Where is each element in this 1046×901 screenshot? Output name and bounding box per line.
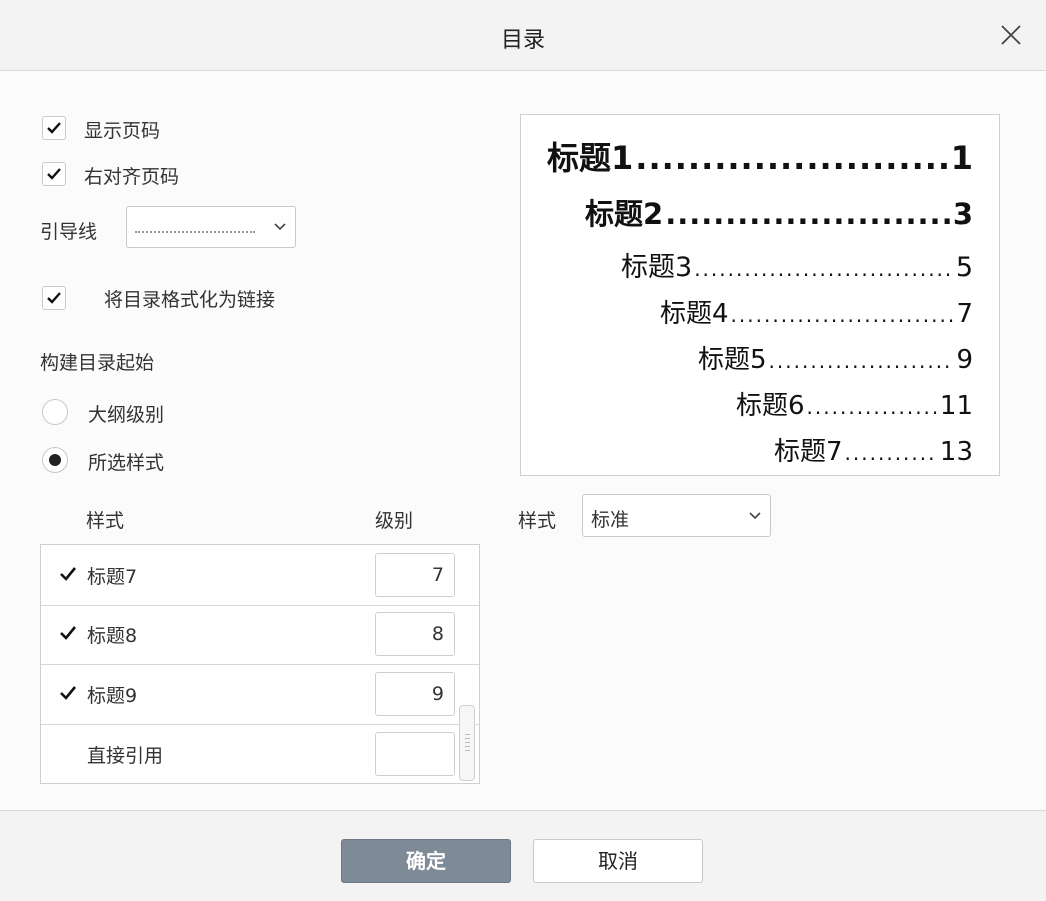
- style-row[interactable]: 标题7 7: [41, 545, 479, 606]
- selected-style-radio[interactable]: [42, 447, 68, 473]
- outline-level-label: 大纲级别: [88, 404, 165, 426]
- toc-entry-title: 标题4: [660, 299, 729, 329]
- dialog-title: 目录: [500, 28, 545, 53]
- title-bar: 目录: [0, 0, 1046, 71]
- style-row[interactable]: 直接引用: [41, 724, 479, 784]
- chevron-down-icon: [749, 511, 761, 519]
- toc-entry-title: 标题1: [547, 139, 634, 177]
- close-icon[interactable]: [998, 22, 1024, 48]
- checkmark-icon: [47, 168, 61, 180]
- toc-entry-leader: [845, 437, 938, 467]
- style-name: 标题7: [87, 566, 138, 588]
- checkmark-icon: [60, 567, 77, 581]
- leader-label: 引导线: [40, 221, 98, 243]
- checkmark-icon: [47, 122, 61, 134]
- leader-dots-preview: [135, 219, 255, 233]
- cancel-button[interactable]: 取消: [533, 839, 703, 883]
- level-input[interactable]: 9: [375, 672, 455, 716]
- toc-preview-entry: 标题6 11: [736, 385, 973, 422]
- toc-entry-leader: [731, 299, 955, 329]
- checkmark-icon: [60, 686, 77, 700]
- dialog-footer: [0, 810, 1046, 901]
- toc-entry-page: 7: [956, 299, 973, 329]
- selected-style-label: 所选样式: [88, 452, 165, 474]
- toc-entry-title: 标题7: [774, 437, 843, 467]
- style-name: 标题9: [87, 685, 138, 707]
- toc-entry-page: 13: [939, 437, 973, 467]
- style-name: 直接引用: [87, 745, 164, 767]
- toc-preview-entry: 标题2 3: [585, 191, 973, 233]
- toc-entry-title: 标题3: [621, 252, 693, 283]
- toc-entry-page: 5: [955, 252, 973, 283]
- right-align-page-numbers-label: 右对齐页码: [84, 166, 180, 188]
- format-as-links-checkbox[interactable]: [42, 286, 66, 310]
- ok-button[interactable]: 确定: [341, 839, 511, 883]
- toc-dialog: 目录 显示页码 右对齐页码 引导线 将目录格式化为链接 构建目录起始 大纲级别 …: [0, 0, 1046, 901]
- style-row[interactable]: 标题9 9: [41, 664, 479, 725]
- level-input[interactable]: [375, 732, 455, 776]
- toc-entry-page: 9: [956, 345, 973, 375]
- toc-preview-entry: 标题5 9: [698, 339, 973, 376]
- format-select-value: 标准: [591, 509, 630, 531]
- toc-entry-title: 标题2: [585, 197, 664, 231]
- toc-preview-entry: 标题3 5: [621, 245, 973, 284]
- style-name: 标题8: [87, 625, 138, 647]
- right-align-page-numbers-checkbox[interactable]: [42, 162, 66, 186]
- level-column-header: 级别: [375, 510, 414, 532]
- show-page-numbers-checkbox[interactable]: [42, 116, 66, 140]
- level-input[interactable]: 7: [375, 553, 455, 597]
- chevron-down-icon: [274, 223, 286, 231]
- format-select[interactable]: 标准: [582, 494, 771, 537]
- toc-entry-leader: [694, 252, 954, 283]
- checkmark-icon: [60, 626, 77, 640]
- style-row[interactable]: 标题8 8: [41, 604, 479, 665]
- toc-preview-entry: 标题7 13: [774, 431, 973, 468]
- level-input[interactable]: 8: [375, 612, 455, 656]
- toc-entry-leader: [769, 345, 955, 375]
- toc-entry-leader: [807, 391, 938, 421]
- style-column-header: 样式: [86, 510, 125, 532]
- styles-list: 标题7 7 标题8 8 标题9 9 直接引用: [40, 544, 480, 784]
- toc-entry-page: 1: [950, 139, 973, 177]
- format-as-links-label: 将目录格式化为链接: [104, 289, 276, 311]
- format-label: 样式: [518, 510, 557, 532]
- show-page-numbers-label: 显示页码: [84, 120, 161, 142]
- toc-entry-leader: [635, 139, 948, 177]
- radio-selected-dot: [49, 454, 61, 466]
- scrollbar-thumb[interactable]: [459, 705, 475, 781]
- toc-entry-title: 标题6: [736, 391, 805, 421]
- toc-entry-title: 标题5: [698, 345, 767, 375]
- toc-entry-leader: [665, 197, 951, 231]
- outline-level-radio[interactable]: [42, 399, 68, 425]
- build-from-heading: 构建目录起始: [40, 352, 155, 374]
- toc-preview: 标题1 1 标题2 3 标题3 5 标题4 7 标题5 9 标题6 11: [520, 114, 1000, 476]
- toc-entry-page: 3: [952, 197, 973, 231]
- toc-entry-page: 11: [939, 391, 973, 421]
- toc-preview-entry: 标题1 1: [547, 133, 973, 179]
- leader-select[interactable]: [126, 206, 296, 248]
- checkmark-icon: [47, 292, 61, 304]
- toc-preview-entry: 标题4 7: [660, 293, 973, 330]
